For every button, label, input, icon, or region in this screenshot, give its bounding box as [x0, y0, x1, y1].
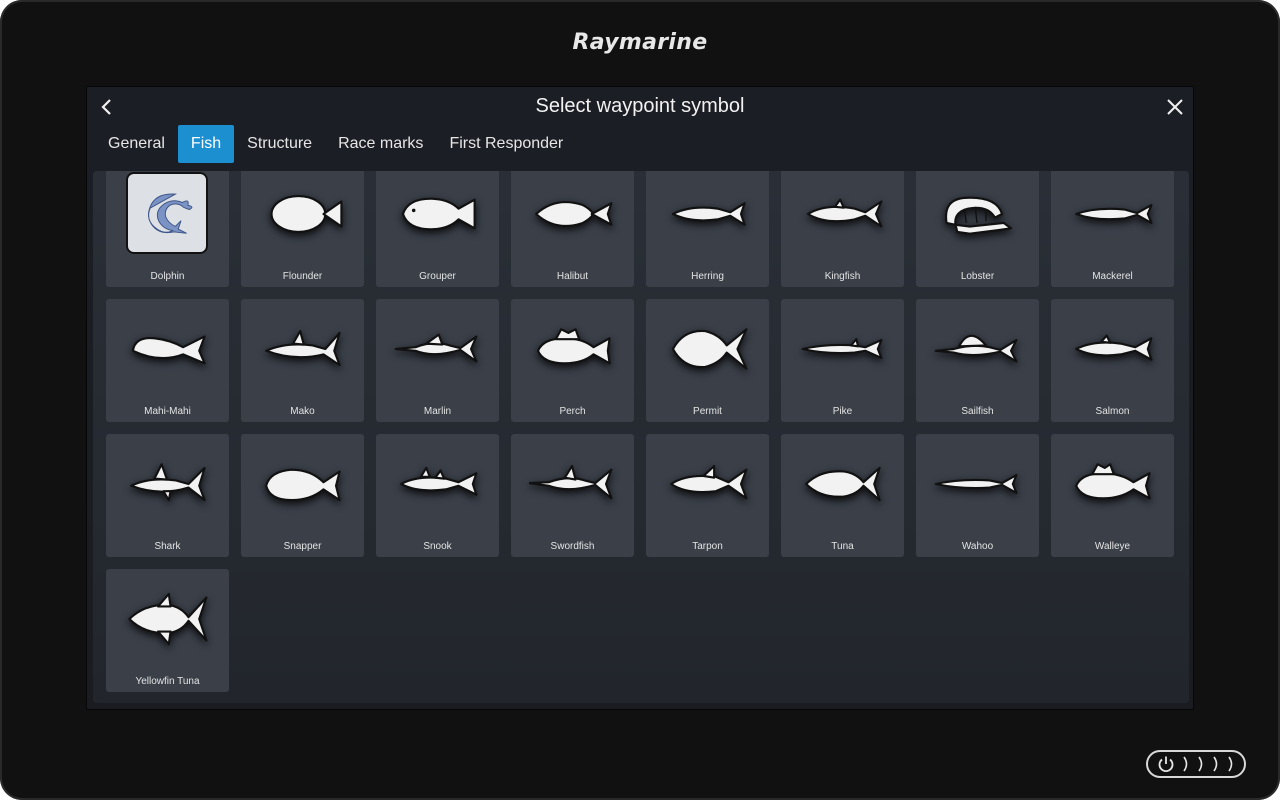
- pike-icon: [792, 309, 892, 389]
- symbol-tile-swordfish[interactable]: Swordfish: [511, 434, 634, 557]
- symbol-dialog: Select waypoint symbol General Fish Struct…: [86, 86, 1194, 710]
- power-icon: [1159, 756, 1174, 773]
- symbol-label: Yellowfin Tuna: [135, 676, 200, 687]
- symbol-label: Lobster: [960, 271, 995, 282]
- symbol-tile-sailfish[interactable]: Sailfish: [916, 299, 1039, 422]
- flounder-icon: [252, 174, 352, 254]
- swordfish-icon: [522, 444, 622, 524]
- brand-logo: Raymarine: [572, 30, 708, 55]
- symbol-tile-herring[interactable]: Herring: [646, 171, 769, 287]
- symbol-label: Flounder: [282, 271, 323, 282]
- symbol-label: Pike: [832, 406, 853, 417]
- symbol-tile-mahi-mahi[interactable]: Mahi-Mahi: [106, 299, 229, 422]
- symbol-label: Mahi-Mahi: [144, 406, 191, 417]
- symbol-tile-tarpon[interactable]: Tarpon: [646, 434, 769, 557]
- symbol-label: Walleye: [1094, 541, 1131, 552]
- symbol-tile-mako[interactable]: Mako: [241, 299, 364, 422]
- perch-icon: [522, 309, 622, 389]
- symbol-label: Marlin: [423, 406, 452, 417]
- symbol-tile-pike[interactable]: Pike: [781, 299, 904, 422]
- symbol-tile-wahoo[interactable]: Wahoo: [916, 434, 1039, 557]
- symbol-label: Dolphin: [150, 271, 185, 282]
- symbol-label: Tuna: [831, 541, 854, 552]
- symbol-label: Swordfish: [550, 541, 595, 552]
- device-frame: Raymarine Select waypoint symbol General…: [0, 0, 1280, 800]
- symbol-tile-grouper[interactable]: Grouper: [376, 171, 499, 287]
- kingfish-icon: [792, 174, 892, 254]
- brightness-arc-icon: [1198, 756, 1203, 772]
- symbol-tile-lobster[interactable]: Lobster: [916, 171, 1039, 287]
- symbol-tile-walleye[interactable]: Walleye: [1051, 434, 1174, 557]
- close-icon: [1167, 99, 1183, 115]
- symbol-tile-halibut[interactable]: Halibut: [511, 171, 634, 287]
- symbol-label: Snapper: [283, 541, 322, 552]
- shark-icon: [117, 444, 217, 524]
- dolphin-icon: [126, 172, 208, 254]
- salmon-icon: [1062, 309, 1162, 389]
- grouper-icon: [387, 174, 487, 254]
- symbol-label: Halibut: [556, 271, 589, 282]
- walleye-icon: [1062, 444, 1162, 524]
- symbol-label: Wahoo: [961, 541, 994, 552]
- close-button[interactable]: [1163, 95, 1187, 119]
- symbol-label: Sailfish: [961, 406, 994, 417]
- brightness-arc-icon: [1183, 756, 1188, 772]
- symbol-tile-salmon[interactable]: Salmon: [1051, 299, 1174, 422]
- symbol-label: Mackerel: [1092, 271, 1133, 282]
- symbol-label: Mako: [290, 406, 315, 417]
- symbol-tile-snook[interactable]: Snook: [376, 434, 499, 557]
- symbol-tile-kingfish[interactable]: Kingfish: [781, 171, 904, 287]
- yellowfin-tuna-icon: [117, 579, 217, 659]
- tab-fish[interactable]: Fish: [177, 125, 235, 163]
- symbol-tile-tuna[interactable]: Tuna: [781, 434, 904, 557]
- symbol-tile-snapper[interactable]: Snapper: [241, 434, 364, 557]
- tuna-icon: [792, 444, 892, 524]
- permit-icon: [657, 309, 757, 389]
- tab-first-responder[interactable]: First Responder: [436, 125, 576, 163]
- dialog-header: Select waypoint symbol: [87, 87, 1193, 125]
- tab-race-marks[interactable]: Race marks: [325, 125, 436, 163]
- symbol-label: Perch: [559, 406, 586, 417]
- dialog-title: Select waypoint symbol: [535, 95, 745, 117]
- symbol-tile-marlin[interactable]: Marlin: [376, 299, 499, 422]
- symbol-label: Snook: [423, 541, 452, 552]
- symbol-label: Kingfish: [824, 271, 861, 282]
- symbol-tile-dolphin[interactable]: Dolphin: [106, 171, 229, 287]
- mahi-mahi-icon: [117, 309, 217, 389]
- snapper-icon: [252, 444, 352, 524]
- marlin-icon: [387, 309, 487, 389]
- symbol-label: Grouper: [419, 271, 456, 282]
- category-tabs: General Fish Structure Race marks First Resp…: [95, 125, 576, 163]
- snook-icon: [387, 444, 487, 524]
- symbol-panel: Dolphin Flounder Grouper Halibut Herring King…: [93, 171, 1189, 703]
- mackerel-icon: [1062, 174, 1162, 254]
- mako-icon: [252, 309, 352, 389]
- brightness-arc-icon: [1213, 756, 1218, 772]
- halibut-icon: [522, 174, 622, 254]
- symbol-tile-permit[interactable]: Permit: [646, 299, 769, 422]
- symbol-label: Tarpon: [692, 541, 723, 552]
- symbol-tile-shark[interactable]: Shark: [106, 434, 229, 557]
- symbol-label: Permit: [693, 406, 722, 417]
- tab-general[interactable]: General: [95, 125, 178, 163]
- herring-icon: [657, 174, 757, 254]
- power-button[interactable]: [1146, 750, 1246, 778]
- lobster-icon: [927, 174, 1027, 254]
- symbol-tile-mackerel[interactable]: Mackerel: [1051, 171, 1174, 287]
- symbol-label: Herring: [691, 271, 724, 282]
- symbol-tile-perch[interactable]: Perch: [511, 299, 634, 422]
- symbol-label: Salmon: [1095, 406, 1130, 417]
- brightness-arc-icon: [1227, 756, 1232, 772]
- symbol-grid: Dolphin Flounder Grouper Halibut Herring King…: [106, 171, 1174, 692]
- symbol-label: Shark: [154, 541, 181, 552]
- tarpon-icon: [657, 444, 757, 524]
- sailfish-icon: [927, 309, 1027, 389]
- wahoo-icon: [927, 444, 1027, 524]
- tab-structure[interactable]: Structure: [234, 125, 325, 163]
- symbol-tile-flounder[interactable]: Flounder: [241, 171, 364, 287]
- symbol-tile-yellowfin-tuna[interactable]: Yellowfin Tuna: [106, 569, 229, 692]
